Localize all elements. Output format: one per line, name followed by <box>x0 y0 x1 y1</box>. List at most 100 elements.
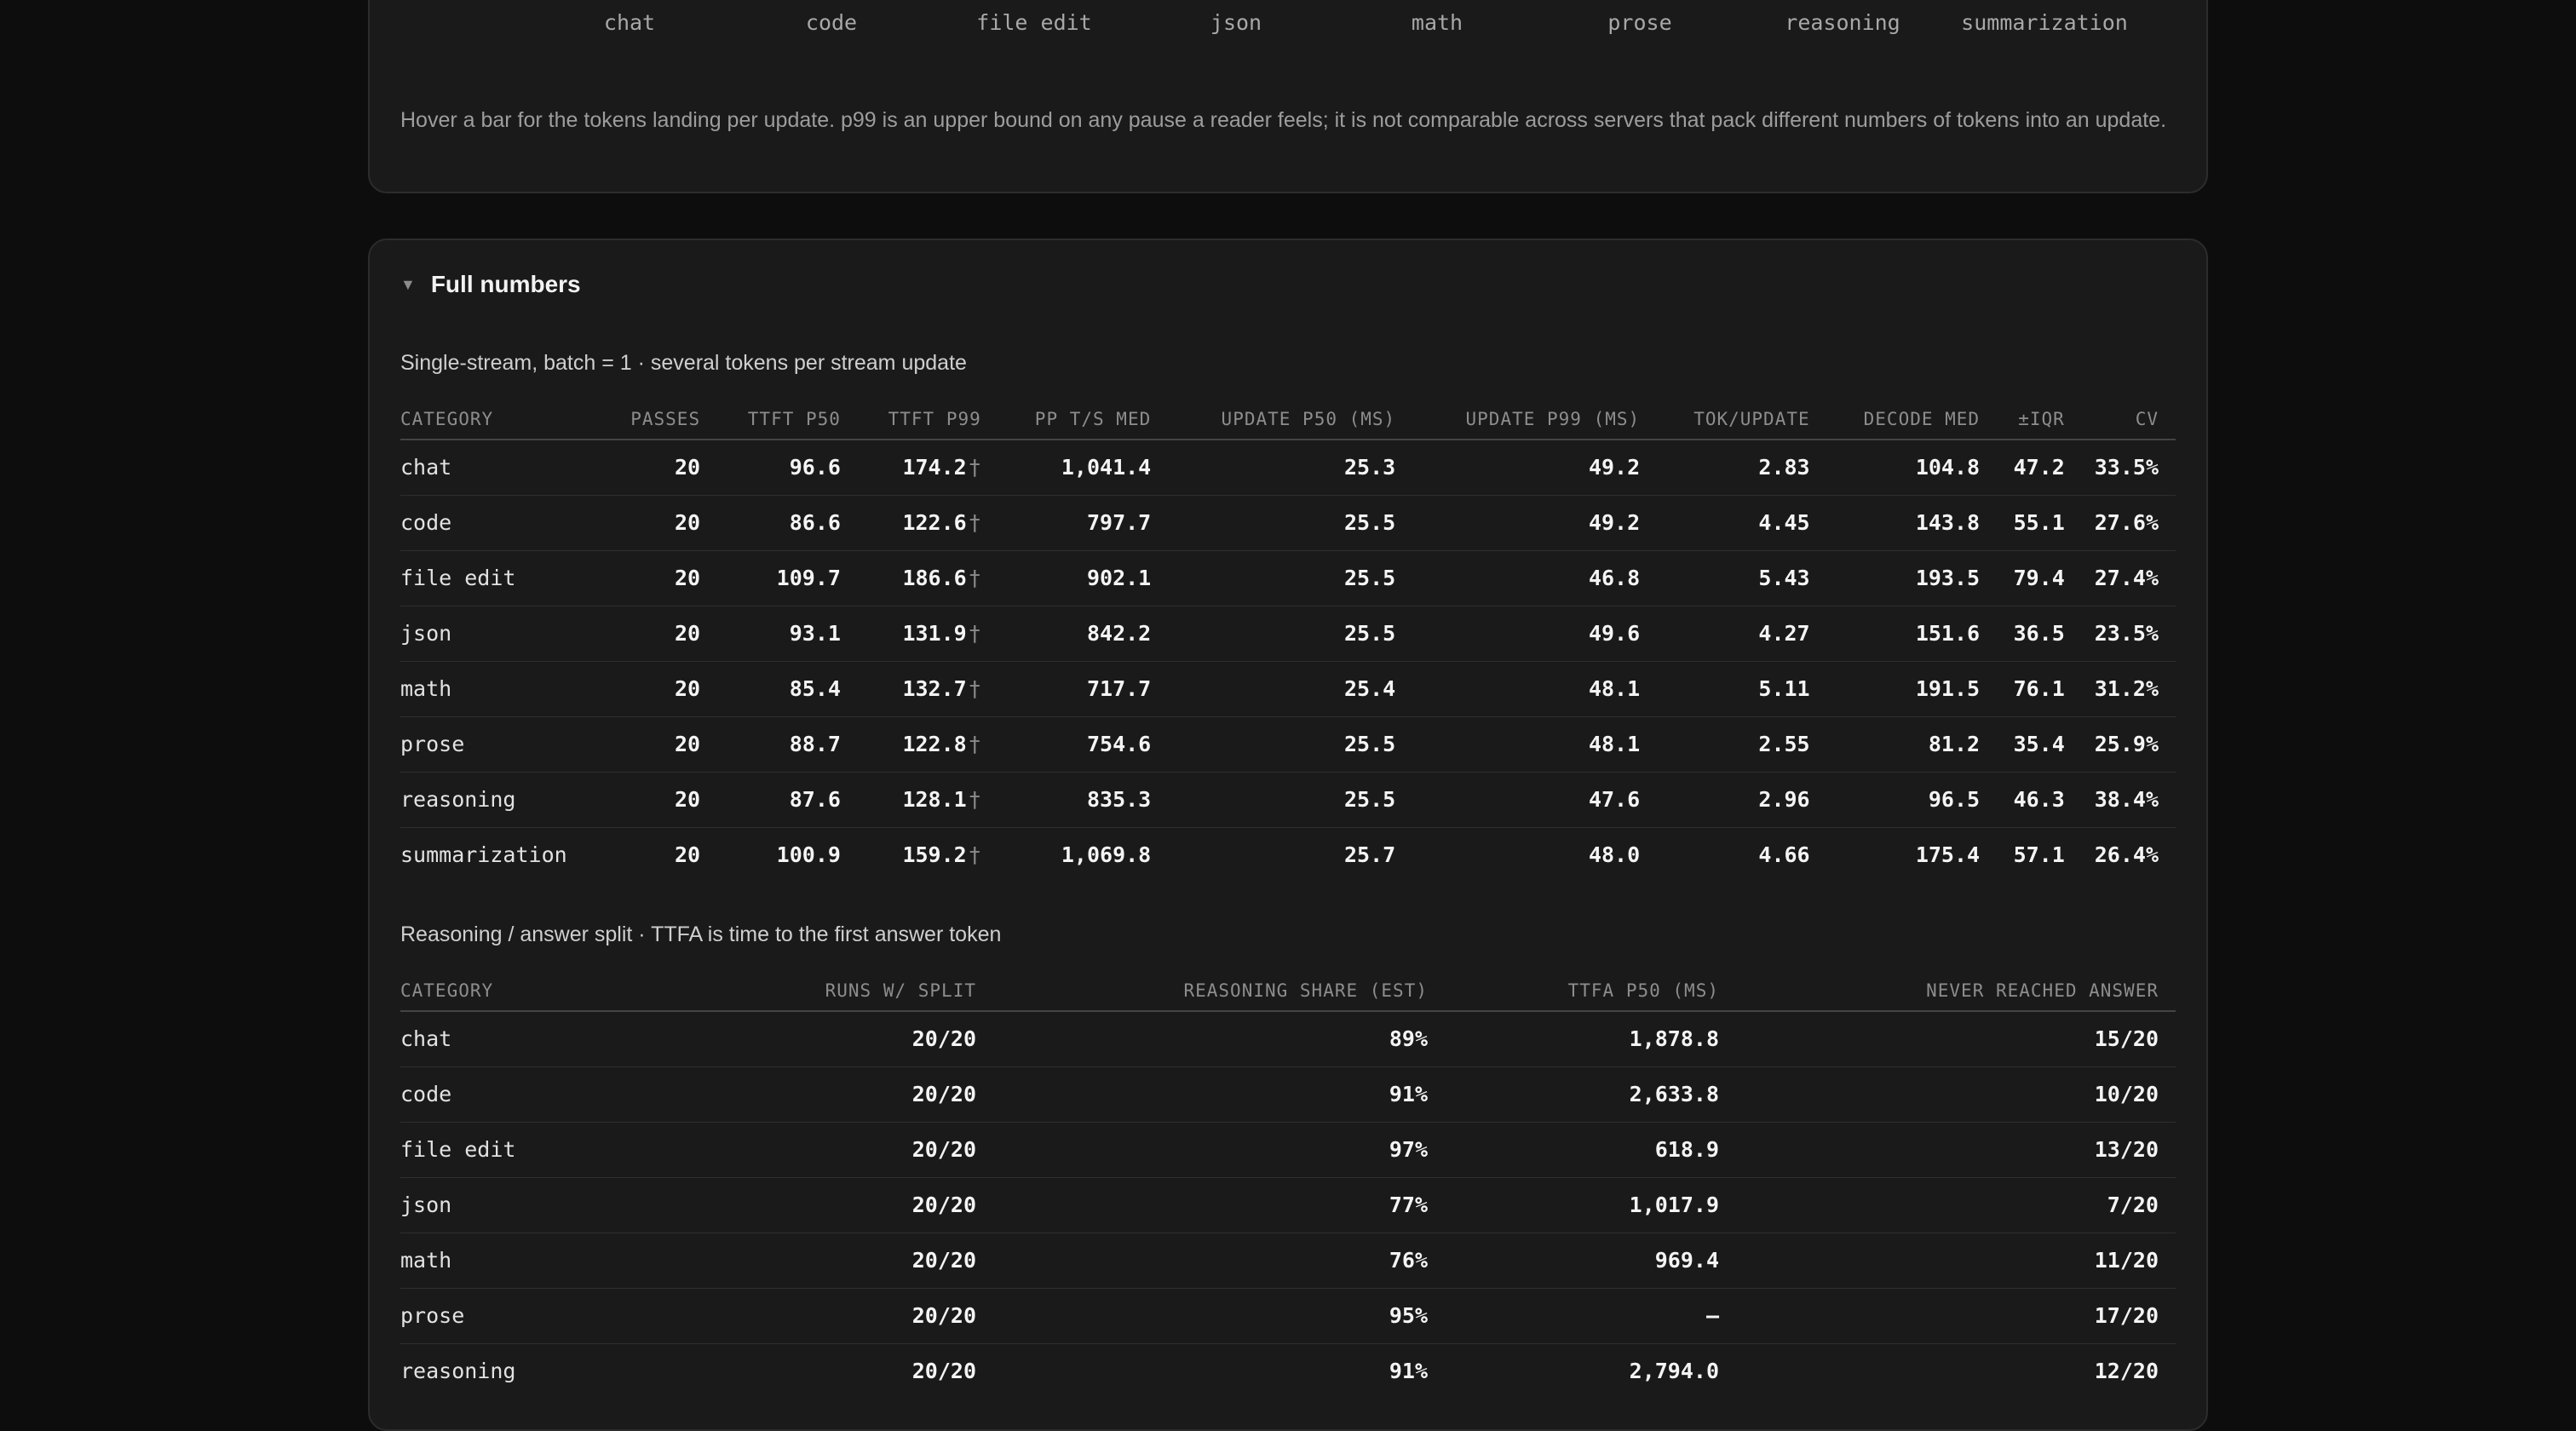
cell-iqr: 46.3 <box>1987 772 2072 828</box>
cell-value: 49.6 <box>1588 621 1641 646</box>
cell-share: 95% <box>983 1288 1435 1344</box>
cell-update-p50: 25.5 <box>1158 495 1403 551</box>
column-header: CV <box>2071 399 2176 440</box>
cell-category: file edit <box>400 1122 618 1178</box>
dagger-mark: † <box>968 566 981 590</box>
cell-ttfa: 618.9 <box>1435 1122 1726 1178</box>
cell-value: 842.2 <box>1086 621 1152 646</box>
cell-category: chat <box>400 440 623 496</box>
table-row: chat 20 96.6 174.2† 1,041.4 25.3 49.2 2.83 104.8… <box>400 440 2176 496</box>
table-row: file edit 20/20 97% 618.9 13/20 <box>400 1122 2176 1178</box>
chart-category-label: math <box>1411 10 1463 35</box>
cell-cv: 33.5% <box>2071 440 2176 496</box>
cell-value: 33.5% <box>2094 455 2159 480</box>
chart-category-label: json <box>1210 10 1262 35</box>
cell-category: prose <box>400 716 623 773</box>
cell-passes: 20 <box>622 606 708 662</box>
table-row: json 20/20 77% 1,017.9 7/20 <box>400 1177 2176 1233</box>
cell-value: summarization <box>400 842 567 868</box>
disclosure-triangle-icon[interactable]: ▼ <box>400 276 416 294</box>
cell-decode-med: 193.5 <box>1816 550 1987 606</box>
cell-value: 132.7 <box>902 676 967 701</box>
cell-runs: 20/20 <box>618 1011 983 1067</box>
cell-value: 131.9 <box>902 621 967 646</box>
cell-update-p99: 48.0 <box>1402 827 1647 882</box>
cell-value: 96.5 <box>1928 787 1981 812</box>
cell-value: 25.3 <box>1343 455 1396 480</box>
cell-passes: 20 <box>622 440 708 496</box>
cell-ttfa: — <box>1435 1288 1726 1344</box>
cell-cv: 31.2% <box>2071 661 2176 717</box>
cell-cv: 25.9% <box>2071 716 2176 773</box>
cell-ttft-p50: 88.7 <box>707 716 848 773</box>
cell-ttfa: 1,017.9 <box>1435 1177 1726 1233</box>
cell-value: 55.1 <box>2013 510 2065 535</box>
cell-ttft-p99: 131.9† <box>847 606 988 662</box>
cell-value: 27.4% <box>2094 566 2159 590</box>
table-row: prose 20 88.7 122.8† 754.6 25.5 48.1 2.55 81.2 35… <box>400 716 2176 773</box>
cell-passes: 20 <box>623 827 708 882</box>
cell-passes: 20 <box>622 550 708 606</box>
table-row: chat 20/20 89% 1,878.8 15/20 <box>400 1011 2176 1067</box>
cell-value: 35.4 <box>2013 732 2065 756</box>
full-numbers-section: ▼ Full numbers Single-stream, batch = 1 … <box>368 238 2208 1431</box>
cell-iqr: 47.2 <box>1987 440 2072 496</box>
cell-iqr: 55.1 <box>1987 495 2072 551</box>
cell-value: 4.66 <box>1758 842 1810 868</box>
dagger-mark: † <box>968 676 981 701</box>
cell-category: math <box>400 661 623 717</box>
cell-tok-update: 4.27 <box>1647 606 1817 662</box>
cell-pp-ts-med: 754.6 <box>987 716 1159 773</box>
table-header-row: CATEGORY PASSES TTFT P50 TTFT P99 PP T/S MED… <box>400 399 2176 440</box>
chart-category-label: reasoning <box>1785 10 1900 35</box>
cell-tok-update: 2.83 <box>1647 440 1817 496</box>
cell-value: 100.9 <box>776 842 841 868</box>
section-title[interactable]: Full numbers <box>431 271 581 298</box>
cell-value: 2.96 <box>1758 787 1810 812</box>
cell-ttfa: 969.4 <box>1435 1233 1726 1289</box>
full-numbers-toggle[interactable]: ▼ Full numbers <box>400 271 581 298</box>
cell-tok-update: 2.55 <box>1647 716 1817 773</box>
cell-value: 49.2 <box>1588 510 1641 535</box>
cell-value: 76.1 <box>2013 676 2065 701</box>
cell-ttft-p99: 159.2† <box>848 827 988 882</box>
cell-value: 193.5 <box>1915 566 1981 590</box>
cell-update-p99: 48.1 <box>1402 661 1647 717</box>
cell-value: 46.3 <box>2013 787 2065 812</box>
cell-value: code <box>400 510 452 535</box>
table-header-row: CATEGORY RUNS W/ SPLIT REASONING SHARE (ES… <box>400 970 2176 1012</box>
cell-ttft-p99: 122.6† <box>847 495 988 551</box>
cell-value: 20 <box>674 842 701 868</box>
cell-never: 10/20 <box>1726 1066 2176 1123</box>
cell-share: 77% <box>983 1177 1435 1233</box>
cell-runs: 20/20 <box>618 1066 983 1123</box>
chart-category-label: prose <box>1607 10 1672 35</box>
column-header: TTFT P99 <box>847 399 988 440</box>
column-header: REASONING SHARE (EST) <box>983 970 1435 1012</box>
cell-iqr: 36.5 <box>1987 606 2072 662</box>
cell-value: 104.8 <box>1915 455 1981 480</box>
cell-never: 11/20 <box>1726 1233 2176 1289</box>
cell-value: 20 <box>674 566 701 590</box>
cell-update-p99: 49.2 <box>1402 440 1647 496</box>
column-header: TTFA P50 (MS) <box>1435 970 1726 1012</box>
cell-never: 7/20 <box>1726 1177 2176 1233</box>
cell-share: 76% <box>983 1233 1435 1289</box>
single-stream-table: CATEGORY PASSES TTFT P50 TTFT P99 PP T/S MED… <box>400 399 2176 882</box>
cell-value: 25.5 <box>1343 732 1396 756</box>
cell-value: 2.55 <box>1758 732 1810 756</box>
cell-never: 15/20 <box>1726 1011 2176 1067</box>
cell-value: math <box>400 676 452 701</box>
cell-value: 46.8 <box>1588 566 1641 590</box>
cell-share: 91% <box>983 1066 1435 1123</box>
cell-value: 81.2 <box>1928 732 1981 756</box>
cell-value: 27.6% <box>2094 510 2159 535</box>
cell-category: json <box>400 606 623 662</box>
cell-value: 47.2 <box>2013 455 2065 480</box>
cell-ttft-p50: 85.4 <box>707 661 848 717</box>
table-row: math 20/20 76% 969.4 11/20 <box>400 1233 2176 1289</box>
cell-value: 36.5 <box>2013 621 2065 646</box>
cell-ttft-p50: 96.6 <box>707 440 848 496</box>
dagger-mark: † <box>968 842 981 868</box>
cell-update-p50: 25.5 <box>1158 550 1403 606</box>
